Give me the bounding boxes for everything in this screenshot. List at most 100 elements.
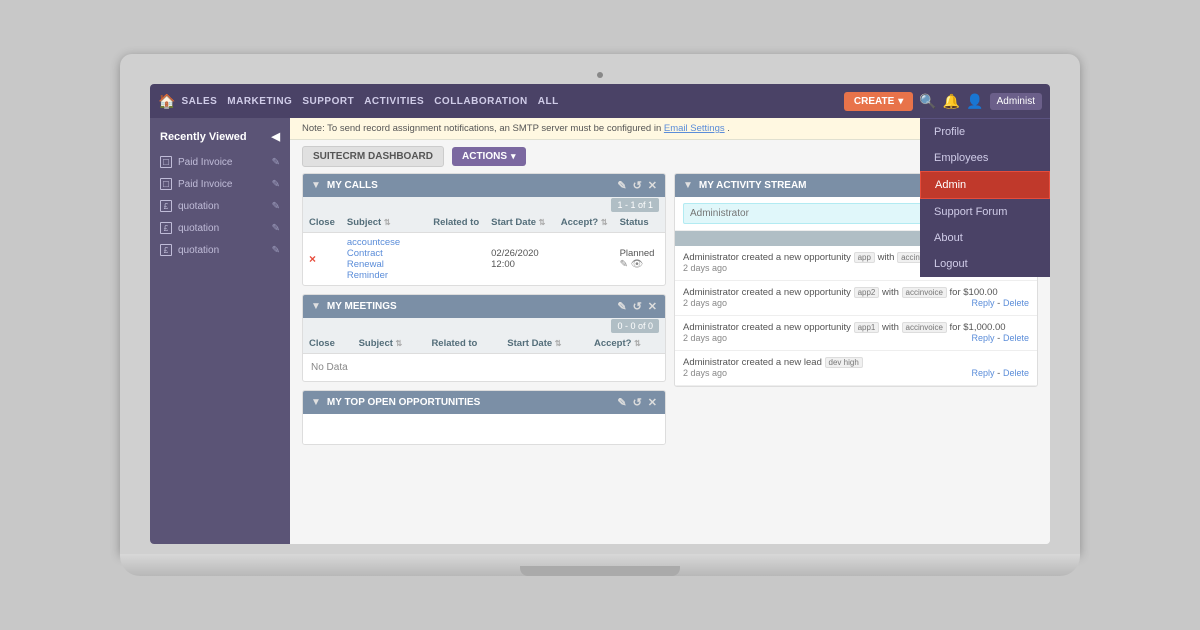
activity-text-1: Administrator created a new opportunity <box>683 287 854 298</box>
nav-all[interactable]: ALL <box>538 96 559 107</box>
sidebar-edit-2[interactable]: ✎ <box>272 201 280 212</box>
meetings-col-accept: Accept? ⇅ <box>588 334 665 354</box>
activity-time-1: 2 days ago <box>683 298 727 308</box>
calls-row-close: × <box>303 233 341 286</box>
sidebar-edit-0[interactable]: ✎ <box>272 157 280 168</box>
meetings-edit-icon[interactable]: ✎ <box>617 300 626 313</box>
sidebar-edit-1[interactable]: ✎ <box>272 179 280 190</box>
suite-dashboard-button[interactable]: SUITECRM DASHBOARD <box>302 146 444 167</box>
meetings-col-close: Close <box>303 334 353 354</box>
activity-reply-2[interactable]: Reply <box>972 333 995 343</box>
app-container: 🏠 SALES MARKETING SUPPORT ACTIVITIES COL… <box>150 84 1050 544</box>
sidebar-item-0[interactable]: ☐ Paid Invoice ✎ <box>150 151 290 173</box>
activity-time-3: 2 days ago <box>683 368 727 378</box>
user-icon[interactable]: 👤 <box>966 93 983 110</box>
calls-table: Close Subject ⇅ Related to Start Date ⇅ … <box>303 213 665 285</box>
nav-links: SALES MARKETING SUPPORT ACTIVITIES COLLA… <box>181 96 843 107</box>
nav-marketing[interactable]: MARKETING <box>227 96 292 107</box>
dropdown-support-forum[interactable]: Support Forum <box>920 199 1050 225</box>
sidebar-collapse-icon[interactable]: ◀ <box>272 130 280 143</box>
opps-edit-icon[interactable]: ✎ <box>617 396 626 409</box>
activity-badge1-0[interactable]: app <box>854 252 875 263</box>
activity-delete-3[interactable]: Delete <box>1003 368 1029 378</box>
meetings-col-related: Related to <box>425 334 501 354</box>
home-icon[interactable]: 🏠 <box>158 93 175 110</box>
sidebar-icon-3: £ <box>160 222 172 234</box>
activity-text-2: Administrator created a new opportunity <box>683 322 854 333</box>
activity-delete-2[interactable]: Delete <box>1003 333 1029 343</box>
calls-pagination: 1 - 1 of 1 <box>611 198 659 212</box>
sidebar-label-0: Paid Invoice <box>178 157 232 168</box>
opps-toggle[interactable]: ▼ <box>311 397 321 408</box>
activity-with-1: with <box>882 287 902 298</box>
user-label[interactable]: Administ <box>990 93 1042 110</box>
calls-col-close: Close <box>303 213 341 233</box>
activity-badge1-3[interactable]: dev high <box>825 357 863 368</box>
navbar-right: CREATE 🔍 🔔 👤 Administ <box>844 92 1042 111</box>
opps-close-icon[interactable]: ✕ <box>648 396 657 409</box>
activity-badge1-1[interactable]: app2 <box>854 287 880 298</box>
close-x-icon[interactable]: × <box>309 252 316 266</box>
user-dropdown: Profile Employees Admin Support Forum Ab… <box>920 118 1050 277</box>
nav-sales[interactable]: SALES <box>181 96 217 107</box>
actions-button[interactable]: ACTIONS <box>452 147 526 166</box>
activity-with-0: with <box>878 252 898 263</box>
row-view-icon[interactable]: 👁 <box>631 259 644 270</box>
laptop-shell: 🏠 SALES MARKETING SUPPORT ACTIVITIES COL… <box>120 54 1080 576</box>
sidebar-edit-3[interactable]: ✎ <box>272 223 280 234</box>
sidebar-item-3[interactable]: £ quotation ✎ <box>150 217 290 239</box>
activity-badge2-2[interactable]: accinvoice <box>902 322 947 333</box>
activity-badge1-2[interactable]: app1 <box>854 322 880 333</box>
notification-icon[interactable]: 🔔 <box>943 93 960 110</box>
sidebar-label-2: quotation <box>178 201 219 212</box>
opps-refresh-icon[interactable]: ↺ <box>633 396 642 409</box>
sidebar-label-3: quotation <box>178 223 219 234</box>
row-edit-icon[interactable]: ✎ <box>620 259 628 270</box>
meetings-toggle[interactable]: ▼ <box>311 301 321 312</box>
sidebar-item-2[interactable]: £ quotation ✎ <box>150 195 290 217</box>
meetings-refresh-icon[interactable]: ↺ <box>633 300 642 313</box>
dropdown-admin[interactable]: Admin <box>920 171 1050 199</box>
dropdown-employees[interactable]: Employees <box>920 145 1050 171</box>
nav-support[interactable]: SUPPORT <box>302 96 354 107</box>
activity-amount-1: for $100.00 <box>950 287 998 298</box>
dashlet-opps-header: ▼ MY TOP OPEN OPPORTUNITIES ✎ ↺ ✕ <box>303 391 665 414</box>
meetings-pagination: 0 - 0 of 0 <box>611 319 659 333</box>
calls-refresh-icon[interactable]: ↺ <box>633 179 642 192</box>
dropdown-logout[interactable]: Logout <box>920 251 1050 277</box>
activity-reply-1[interactable]: Reply <box>972 298 995 308</box>
calls-row-subject: accountcese Contract Renewal Reminder <box>341 233 427 286</box>
camera <box>597 72 603 78</box>
calls-close-icon[interactable]: ✕ <box>648 179 657 192</box>
dashlet-meetings-header: ▼ MY MEETINGS ✎ ↺ ✕ <box>303 295 665 318</box>
activity-delete-1[interactable]: Delete <box>1003 298 1029 308</box>
nav-collaboration[interactable]: COLLABORATION <box>434 96 528 107</box>
dropdown-about[interactable]: About <box>920 225 1050 251</box>
nav-activities[interactable]: ACTIVITIES <box>364 96 424 107</box>
create-button[interactable]: CREATE <box>844 92 913 111</box>
calls-col-status: Status <box>614 213 665 233</box>
calls-row-accept <box>555 233 614 286</box>
notice-link[interactable]: Email Settings <box>664 123 725 134</box>
sidebar-label-4: quotation <box>178 245 219 256</box>
meetings-close-icon[interactable]: ✕ <box>648 300 657 313</box>
meetings-col-subject: Subject ⇅ <box>353 334 426 354</box>
activity-toggle[interactable]: ▼ <box>683 180 693 191</box>
calls-toggle[interactable]: ▼ <box>311 180 321 191</box>
calls-col-start: Start Date ⇅ <box>485 213 555 233</box>
activity-reply-3[interactable]: Reply <box>972 368 995 378</box>
activity-time-2: 2 days ago <box>683 333 727 343</box>
activity-badge2-1[interactable]: accinvoice <box>902 287 947 298</box>
content-area: Recently Viewed ◀ ☐ Paid Invoice ✎ <box>150 118 1050 544</box>
sidebar-edit-4[interactable]: ✎ <box>272 245 280 256</box>
opps-title: MY TOP OPEN OPPORTUNITIES <box>327 397 480 408</box>
sidebar-icon-2: £ <box>160 200 172 212</box>
calls-edit-icon[interactable]: ✎ <box>617 179 626 192</box>
sidebar-item-1[interactable]: ☐ Paid Invoice ✎ <box>150 173 290 195</box>
dropdown-profile[interactable]: Profile <box>920 119 1050 145</box>
search-icon[interactable]: 🔍 <box>919 93 936 110</box>
calls-subject-link[interactable]: accountcese Contract Renewal Reminder <box>347 237 400 281</box>
sidebar-item-4[interactable]: £ quotation ✎ <box>150 239 290 261</box>
calls-col-subject: Subject ⇅ <box>341 213 427 233</box>
navbar: 🏠 SALES MARKETING SUPPORT ACTIVITIES COL… <box>150 84 1050 118</box>
